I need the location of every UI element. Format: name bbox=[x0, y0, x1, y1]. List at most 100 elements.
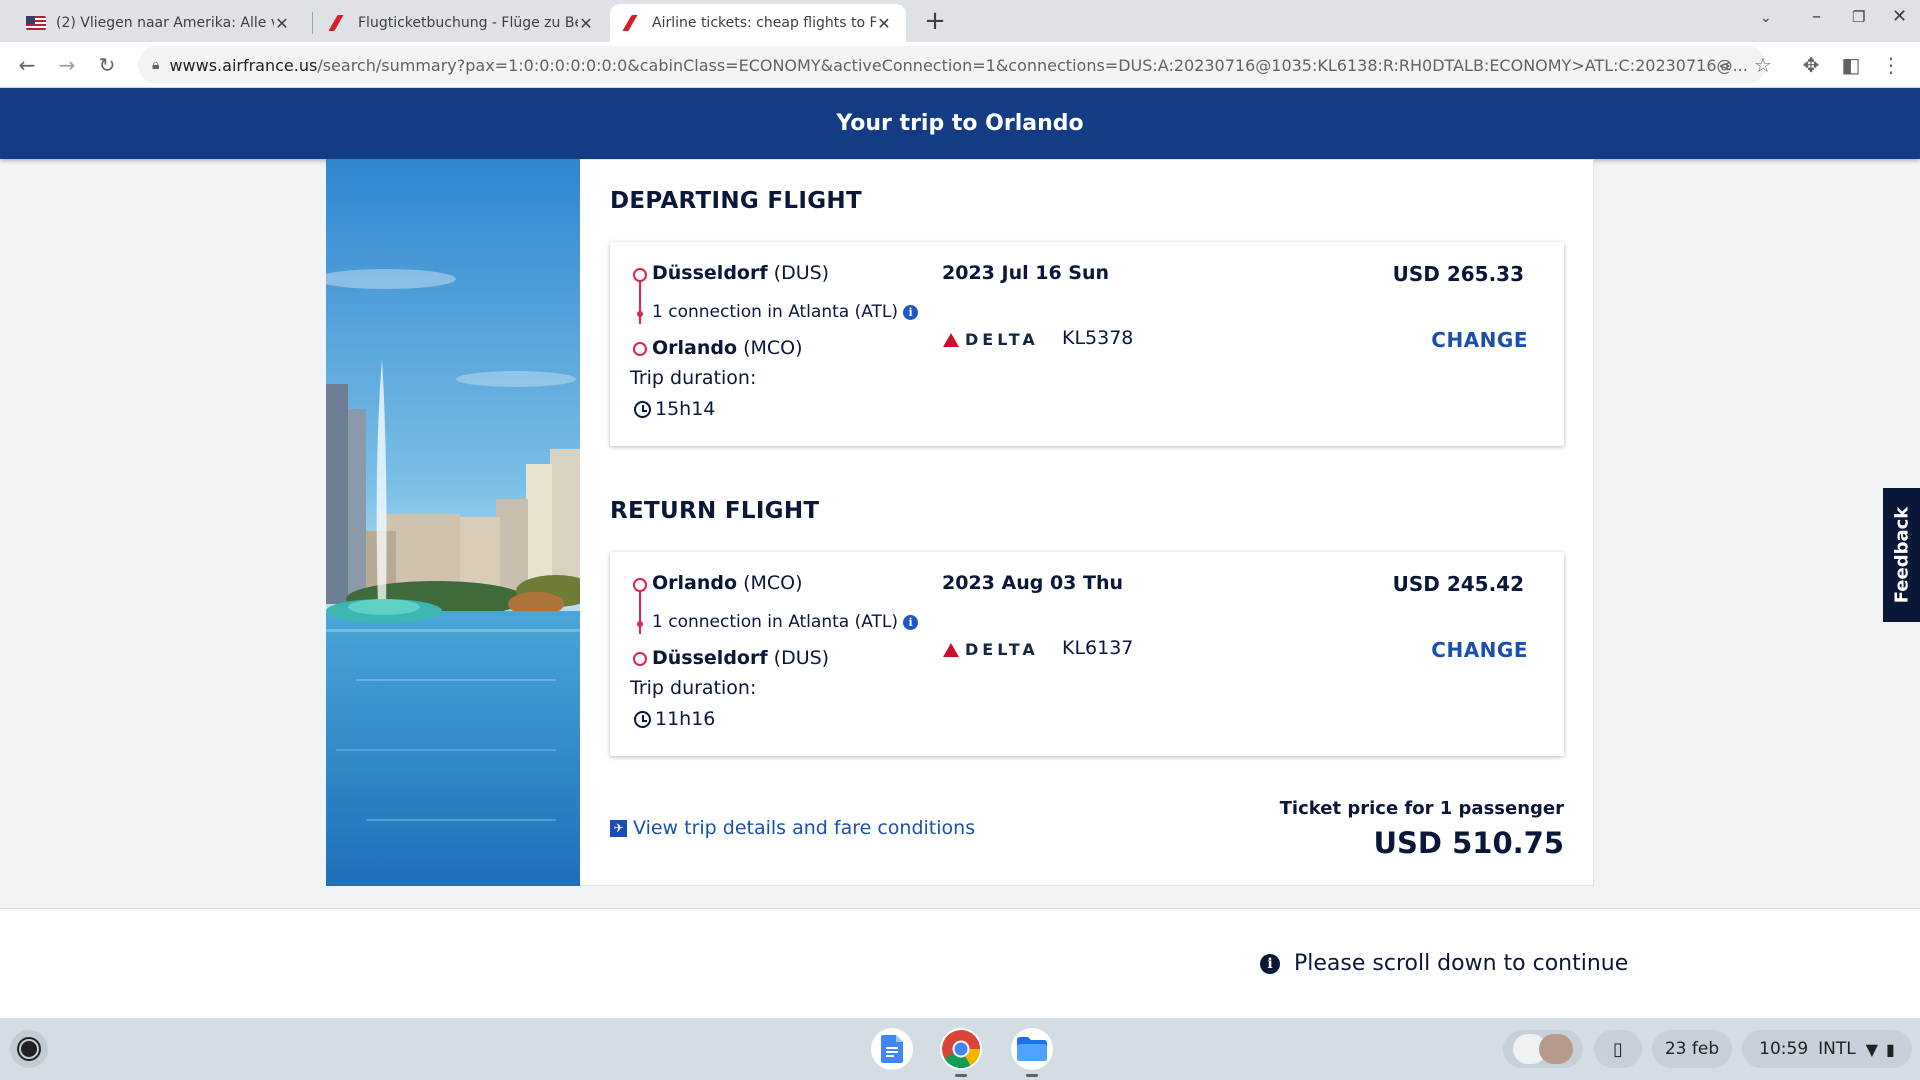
trip-duration-label: Trip duration: bbox=[630, 367, 757, 389]
docs-app[interactable] bbox=[871, 1028, 913, 1070]
browser-tab-2[interactable]: Flugticketbuchung - Flüge zu Bes ✕ bbox=[316, 4, 608, 42]
trip-duration-value: 15h14 bbox=[655, 398, 716, 420]
route-destination-dot bbox=[633, 342, 647, 356]
view-trip-details-label: View trip details and fare conditions bbox=[633, 817, 976, 839]
delta-widget-icon bbox=[943, 332, 959, 347]
trip-duration-label: Trip duration: bbox=[630, 677, 757, 699]
route-destination-dot bbox=[633, 652, 647, 666]
destination-city: Düsseldorf bbox=[652, 647, 768, 669]
plane-icon: ✈ bbox=[610, 819, 627, 837]
side-panel-icon[interactable]: ◧ bbox=[1836, 50, 1866, 80]
share-icon[interactable]: ⋖ bbox=[1710, 50, 1740, 80]
route-origin-dot bbox=[633, 578, 647, 592]
url-host: wwws.airfrance.us bbox=[169, 55, 318, 75]
flight-number: KL6137 bbox=[1062, 637, 1134, 659]
tab-title: (2) Vliegen naar Amerika: Alle vra bbox=[56, 15, 274, 31]
bottom-continue-bar: i Please scroll down to continue bbox=[0, 908, 1920, 1019]
os-shelf: ▯ 23 feb 10:59 INTL ▼ ▮ bbox=[0, 1018, 1920, 1080]
address-bar[interactable]: 🔒︎ wwws.airfrance.us/search/summary?pax=… bbox=[138, 46, 1766, 84]
wifi-icon: ▼ bbox=[1865, 1039, 1879, 1059]
new-tab-button[interactable]: + bbox=[922, 6, 948, 36]
close-window-icon[interactable]: ✕ bbox=[1892, 6, 1907, 27]
reload-icon[interactable]: ↻ bbox=[92, 50, 122, 80]
launcher-button[interactable] bbox=[10, 1030, 48, 1068]
minimize-icon[interactable]: – bbox=[1812, 6, 1821, 27]
info-icon: i bbox=[1260, 953, 1280, 974]
destination-label: Düsseldorf (DUS) bbox=[652, 647, 829, 669]
tab-divider bbox=[312, 12, 313, 34]
shelf-date: 23 feb bbox=[1664, 1039, 1720, 1059]
return-flight-card: Orlando (MCO) 1 connection in Atlanta (A… bbox=[610, 552, 1564, 756]
feedback-label: Feedback bbox=[1891, 506, 1912, 604]
connection-label: 1 connection in Atlanta (ATL) i bbox=[652, 612, 919, 632]
tab-close-icon[interactable]: ✕ bbox=[876, 14, 892, 33]
origin-code: (MCO) bbox=[743, 572, 803, 594]
bookmark-star-icon[interactable]: ☆ bbox=[1748, 50, 1778, 80]
route-line bbox=[639, 592, 641, 634]
air-france-icon bbox=[330, 14, 348, 32]
flight-number: KL5378 bbox=[1062, 327, 1134, 349]
restore-icon[interactable]: ❐ bbox=[1852, 8, 1865, 26]
back-arrow-icon[interactable]: ← bbox=[12, 50, 42, 80]
departing-flight-heading: DEPARTING FLIGHT bbox=[610, 188, 862, 214]
browser-tab-1[interactable]: (2) Vliegen naar Amerika: Alle vra ✕ bbox=[12, 4, 304, 42]
scroll-note-text: Please scroll down to continue bbox=[1294, 951, 1629, 976]
orlando-destination-photo bbox=[326, 159, 580, 886]
flight-price: USD 265.33 bbox=[1392, 262, 1524, 286]
files-running-indicator bbox=[1026, 1074, 1038, 1077]
delta-widget-icon bbox=[943, 642, 959, 657]
air-france-icon bbox=[624, 14, 642, 32]
battery-icon: ▮ bbox=[1886, 1039, 1895, 1059]
origin-city: Düsseldorf bbox=[652, 262, 768, 284]
calendar-date-button[interactable]: 23 feb bbox=[1652, 1030, 1732, 1068]
connection-info-icon[interactable]: i bbox=[903, 304, 919, 320]
trip-duration: 11h16 bbox=[634, 708, 715, 730]
tab-title: Airline tickets: cheap flights to Fr bbox=[652, 15, 876, 31]
chrome-running-indicator bbox=[955, 1074, 967, 1077]
input-method: INTL bbox=[1818, 1039, 1856, 1059]
us-flag-icon bbox=[26, 16, 46, 30]
tab-search-chevron-icon[interactable]: ⌄ bbox=[1760, 10, 1772, 26]
clock-icon bbox=[634, 710, 651, 728]
chrome-icon bbox=[942, 1030, 981, 1069]
phone-icon: ▯ bbox=[1613, 1038, 1623, 1060]
destination-label: Orlando (MCO) bbox=[652, 337, 803, 359]
change-return-button[interactable]: CHANGE bbox=[1431, 638, 1528, 662]
holding-space-tray[interactable] bbox=[1503, 1030, 1583, 1068]
connection-info-icon[interactable]: i bbox=[903, 614, 919, 630]
view-trip-details-link[interactable]: ✈ View trip details and fare conditions bbox=[610, 817, 975, 839]
browser-tab-strip: (2) Vliegen naar Amerika: Alle vra ✕ Flu… bbox=[0, 0, 1920, 42]
origin-label: Düsseldorf (DUS) bbox=[652, 262, 829, 284]
status-tray[interactable]: 10:59 INTL ▼ ▮ bbox=[1742, 1030, 1912, 1068]
destination-code: (DUS) bbox=[773, 647, 830, 669]
flight-price: USD 245.42 bbox=[1392, 572, 1524, 596]
flight-date: 2023 Jul 16 Sun bbox=[942, 262, 1110, 284]
route-connection-dot bbox=[637, 621, 643, 627]
feedback-tab[interactable]: Feedback bbox=[1883, 488, 1920, 622]
extensions-puzzle-icon[interactable]: ✥ bbox=[1796, 50, 1826, 80]
origin-code: (DUS) bbox=[773, 262, 830, 284]
shelf-time: 10:59 bbox=[1759, 1039, 1809, 1059]
page-header: Your trip to Orlando bbox=[0, 88, 1920, 159]
phone-hub-button[interactable]: ▯ bbox=[1594, 1030, 1642, 1068]
change-departing-button[interactable]: CHANGE bbox=[1431, 328, 1528, 352]
route-line bbox=[639, 282, 641, 324]
tab-close-icon[interactable]: ✕ bbox=[578, 14, 594, 33]
route-connection-dot bbox=[637, 311, 643, 317]
tab-close-icon[interactable]: ✕ bbox=[274, 14, 290, 33]
scroll-note: i Please scroll down to continue bbox=[1260, 951, 1628, 976]
flight-date: 2023 Aug 03 Thu bbox=[942, 572, 1124, 594]
files-icon bbox=[1017, 1037, 1047, 1061]
menu-kebab-icon[interactable]: ⋮ bbox=[1876, 50, 1906, 80]
files-app[interactable] bbox=[1011, 1028, 1053, 1070]
delta-logo: DELTA bbox=[943, 330, 1039, 349]
url-path: /search/summary?pax=1:0:0:0:0:0:0:0&cabi… bbox=[317, 55, 1748, 75]
forward-arrow-icon[interactable]: → bbox=[52, 50, 82, 80]
delta-logo: DELTA bbox=[943, 640, 1039, 659]
return-flight-heading: RETURN FLIGHT bbox=[610, 498, 820, 524]
trip-duration-value: 11h16 bbox=[655, 708, 716, 730]
browser-tab-3-active[interactable]: Airline tickets: cheap flights to Fr ✕ bbox=[610, 4, 906, 42]
trip-duration: 15h14 bbox=[634, 398, 715, 420]
ticket-price-label: Ticket price for 1 passenger bbox=[1279, 798, 1564, 819]
chrome-app[interactable] bbox=[940, 1028, 982, 1070]
